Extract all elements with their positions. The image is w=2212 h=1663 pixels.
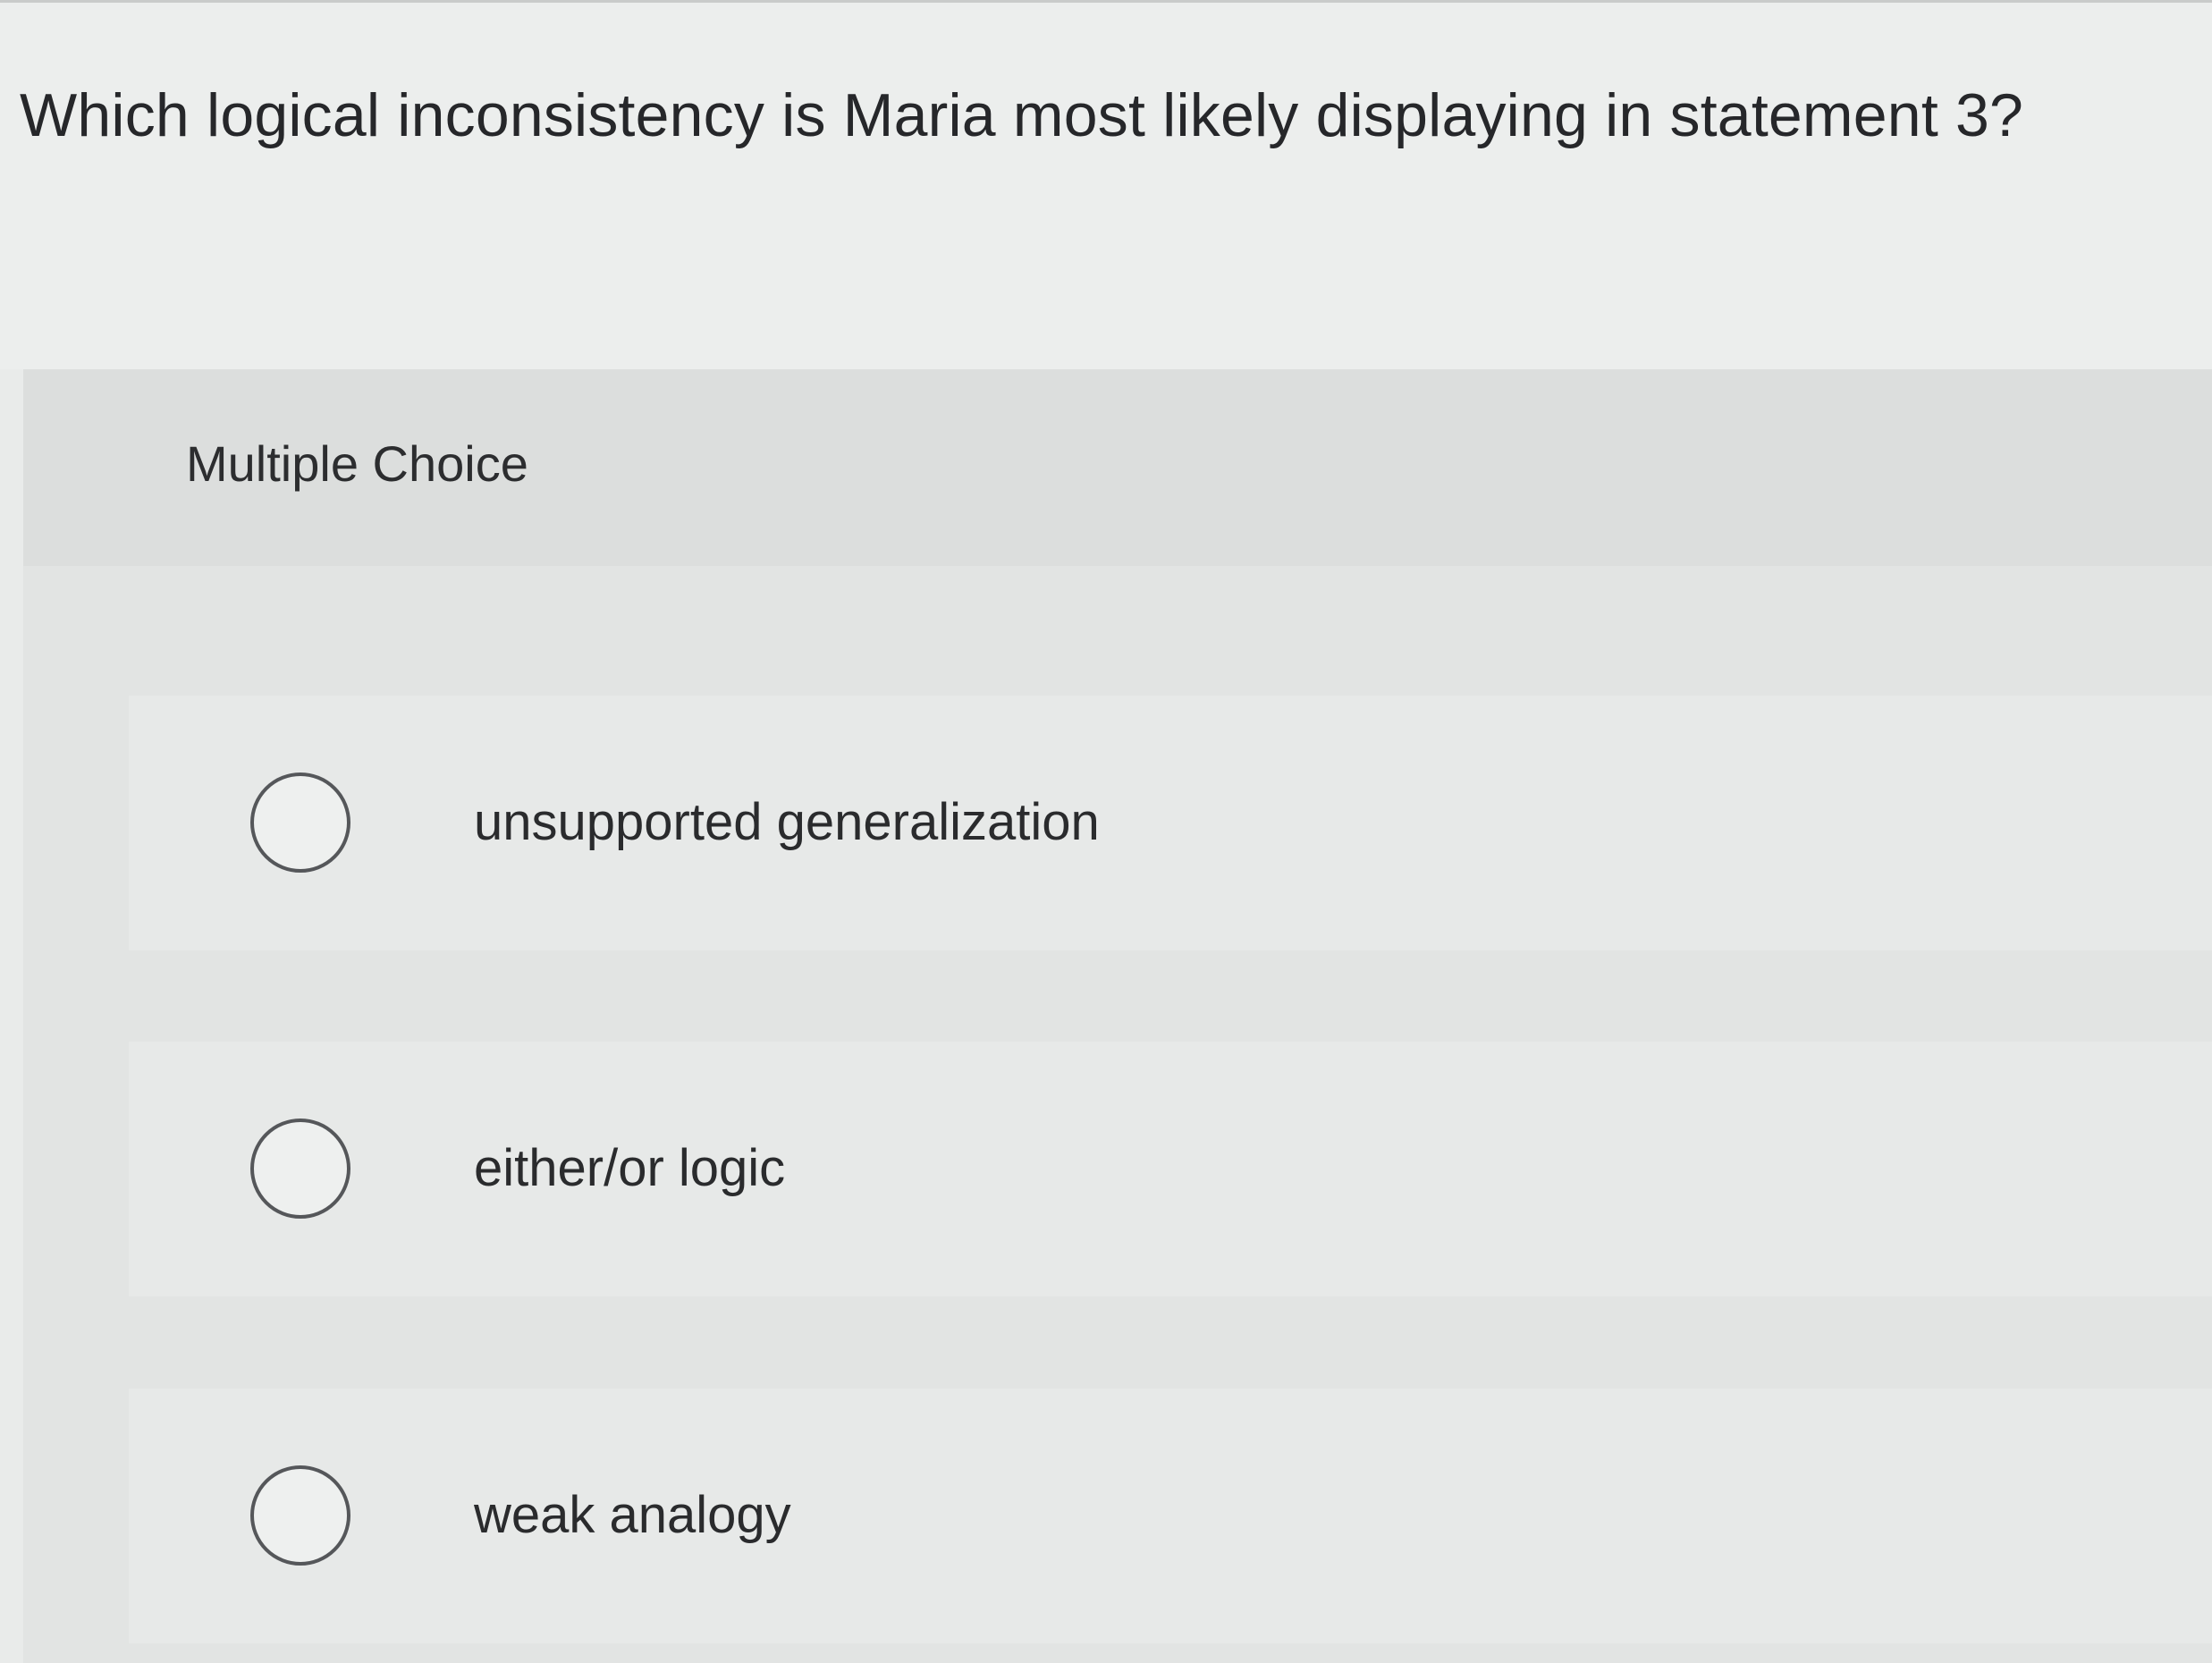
radio-button-icon[interactable] <box>250 772 350 873</box>
multiple-choice-label: Multiple Choice <box>186 435 528 492</box>
answer-option-label: weak analogy <box>474 1486 791 1544</box>
answer-option-unsupported-generalization[interactable]: unsupported generalization <box>129 696 2212 950</box>
radio-button-icon[interactable] <box>250 1119 350 1219</box>
question-prompt: Which logical inconsistency is Maria mos… <box>20 81 2024 149</box>
question-section: Which logical inconsistency is Maria mos… <box>0 3 2212 369</box>
multiple-choice-panel: Multiple Choice unsupported generalizati… <box>23 369 2212 1663</box>
radio-button-icon[interactable] <box>250 1465 350 1566</box>
answer-option-weak-analogy[interactable]: weak analogy <box>129 1389 2212 1643</box>
multiple-choice-header: Multiple Choice <box>23 369 2212 566</box>
answer-option-label: unsupported generalization <box>474 793 1100 851</box>
answer-option-either-or-logic[interactable]: either/or logic <box>129 1042 2212 1296</box>
answer-option-label: either/or logic <box>474 1139 786 1197</box>
